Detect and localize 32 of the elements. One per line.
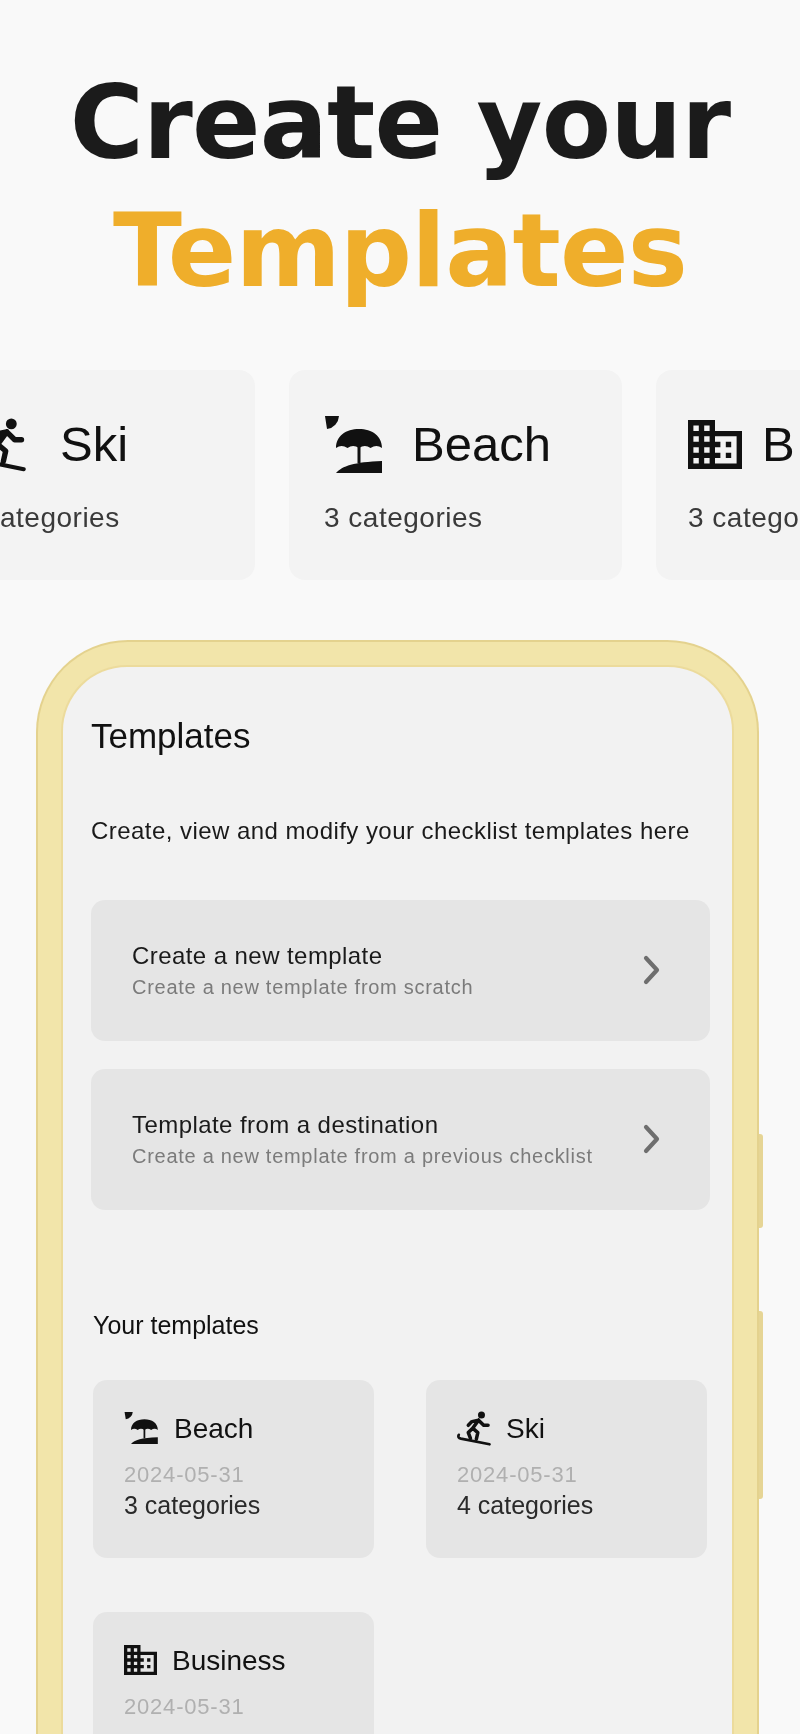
- skier-icon: [0, 416, 26, 473]
- template-name: Beach: [174, 1411, 254, 1446]
- option-card[interactable]: Create a new template Create a new template from scratch: [91, 899, 710, 1041]
- chevron-right-icon: [643, 1124, 660, 1155]
- category-count: 4 categories: [457, 1490, 594, 1521]
- option-title: Create a new template: [132, 941, 383, 971]
- card-title: B: [762, 416, 795, 474]
- option-title: Template from a destination: [132, 1110, 439, 1140]
- side-button[interactable]: [759, 1134, 763, 1228]
- card-title: Ski: [60, 416, 129, 474]
- skier-icon: [457, 1410, 491, 1446]
- chevron-right-icon: [643, 955, 660, 986]
- headline: Create your: [69, 63, 731, 184]
- template-name: Business: [172, 1643, 286, 1678]
- option-card[interactable]: Template from a destination Create a new template from a previous checklist: [91, 1068, 710, 1210]
- option-subtitle: Create a new template from scratch: [132, 974, 474, 999]
- category-count: 3 categories: [124, 1490, 261, 1521]
- building-icon: [688, 420, 742, 469]
- category-count: 3 categories: [324, 501, 483, 535]
- beach-umbrella-icon: [124, 1412, 159, 1445]
- headline-highlight: Templates: [113, 191, 687, 312]
- building-icon: [124, 1645, 157, 1676]
- screen-description: Create, view and modify your checklist templates here: [91, 817, 690, 846]
- template-name: Ski: [506, 1411, 545, 1446]
- category-count: ategories: [0, 501, 120, 535]
- side-button[interactable]: [759, 1311, 763, 1499]
- category-count: 3 catego: [688, 501, 800, 535]
- screen-title: Templates: [91, 715, 251, 757]
- section-title: Your templates: [93, 1309, 259, 1340]
- beach-umbrella-icon: [324, 416, 384, 473]
- option-subtitle: Create a new template from a previous checklist: [132, 1143, 593, 1168]
- card-title: Beach: [412, 416, 551, 474]
